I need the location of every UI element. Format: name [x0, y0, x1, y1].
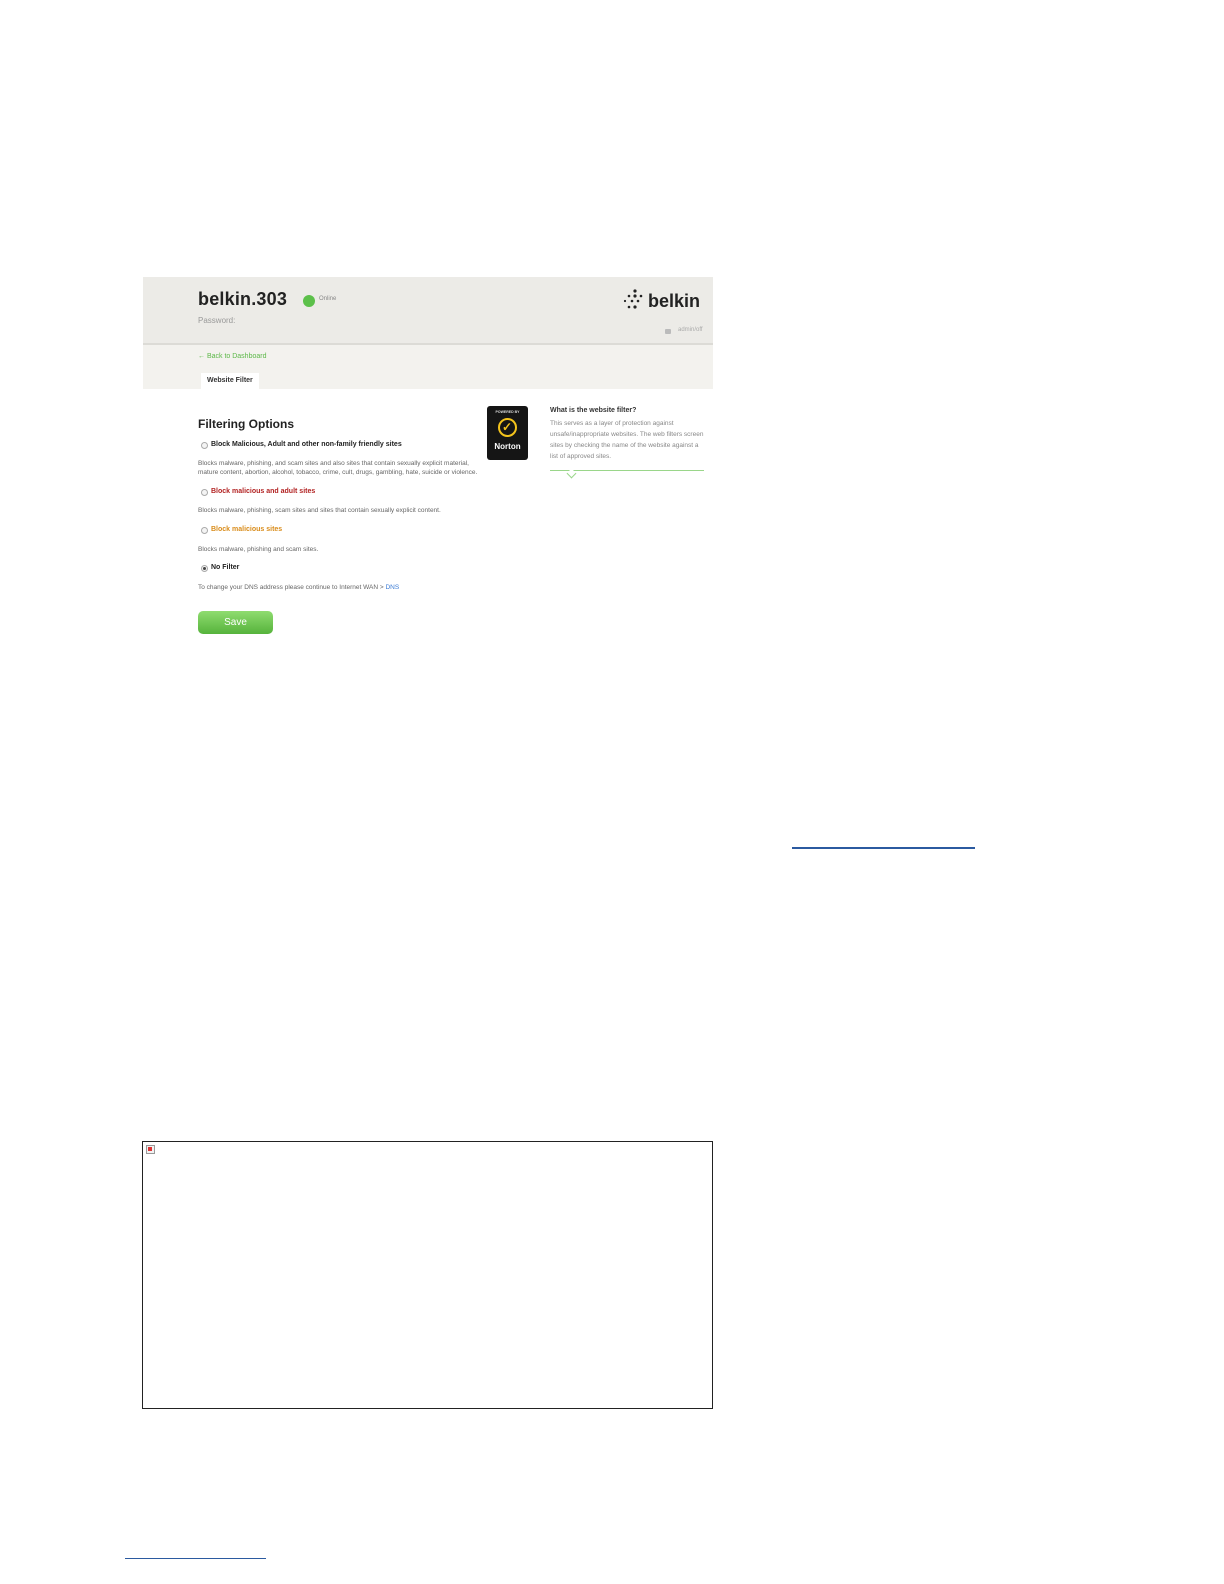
broken-image-placeholder: [142, 1141, 713, 1409]
option-description: Blocks malware, phishing, scam sites and…: [198, 507, 441, 514]
online-status-text: Online: [319, 296, 337, 302]
option-label: Block Malicious, Adult and other non-fam…: [211, 441, 402, 448]
router-name: belkin.303: [198, 289, 288, 309]
password-label: Password:: [198, 316, 236, 325]
back-to-dashboard-link[interactable]: ← Back to Dashboard: [198, 353, 266, 360]
router-header: belkin.303 Online Password: belkin admin…: [143, 277, 713, 345]
option-description: Blocks malware, phishing and scam sites.: [198, 546, 319, 553]
radio-button-selected[interactable]: [201, 565, 208, 572]
belkin-wordmark: belkin: [648, 291, 701, 311]
broken-image-icon: [146, 1145, 155, 1154]
option-label: Block malicious sites: [211, 526, 283, 533]
help-title: What is the website filter?: [550, 407, 637, 414]
dns-note-text: To change your DNS address please contin…: [198, 584, 386, 591]
hyperlink-underline[interactable]: [792, 847, 975, 849]
sub-navigation: ← Back to Dashboard Website Filter: [143, 345, 713, 389]
user-icon: [665, 329, 671, 334]
filtering-options-title: Filtering Options: [198, 417, 294, 431]
save-button[interactable]: Save: [198, 611, 273, 634]
header-user-link[interactable]: admin/off: [678, 327, 703, 333]
radio-button[interactable]: [201, 527, 208, 534]
norton-name: Norton: [494, 442, 521, 451]
tab-website-filter[interactable]: Website Filter: [201, 373, 259, 389]
option-description: Blocks malware, phishing, and scam sites…: [198, 460, 469, 467]
router-screenshot: belkin.303 Online Password: belkin admin…: [143, 277, 713, 642]
option-description: mature content, abortion, alcohol, tobac…: [198, 469, 478, 476]
option-label: Block malicious and adult sites: [211, 488, 316, 495]
belkin-logo: belkin: [623, 289, 709, 313]
dns-note: To change your DNS address please contin…: [198, 583, 399, 592]
checkmark-icon: ✓: [502, 420, 513, 434]
radio-button[interactable]: [201, 442, 208, 449]
footnote-separator: [125, 1558, 266, 1559]
norton-powered-by: POWERED BY: [495, 410, 520, 414]
help-text: This serves as a layer of protection aga…: [550, 420, 704, 460]
online-status-icon: [303, 295, 315, 307]
main-content: Filtering Options Block Malicious, Adult…: [143, 389, 713, 642]
radio-button[interactable]: [201, 489, 208, 496]
option-label: No Filter: [211, 564, 240, 571]
norton-badge: POWERED BY ✓ Norton: [487, 406, 528, 460]
belkin-dots-icon: [623, 289, 643, 309]
dns-link[interactable]: DNS: [385, 584, 399, 591]
